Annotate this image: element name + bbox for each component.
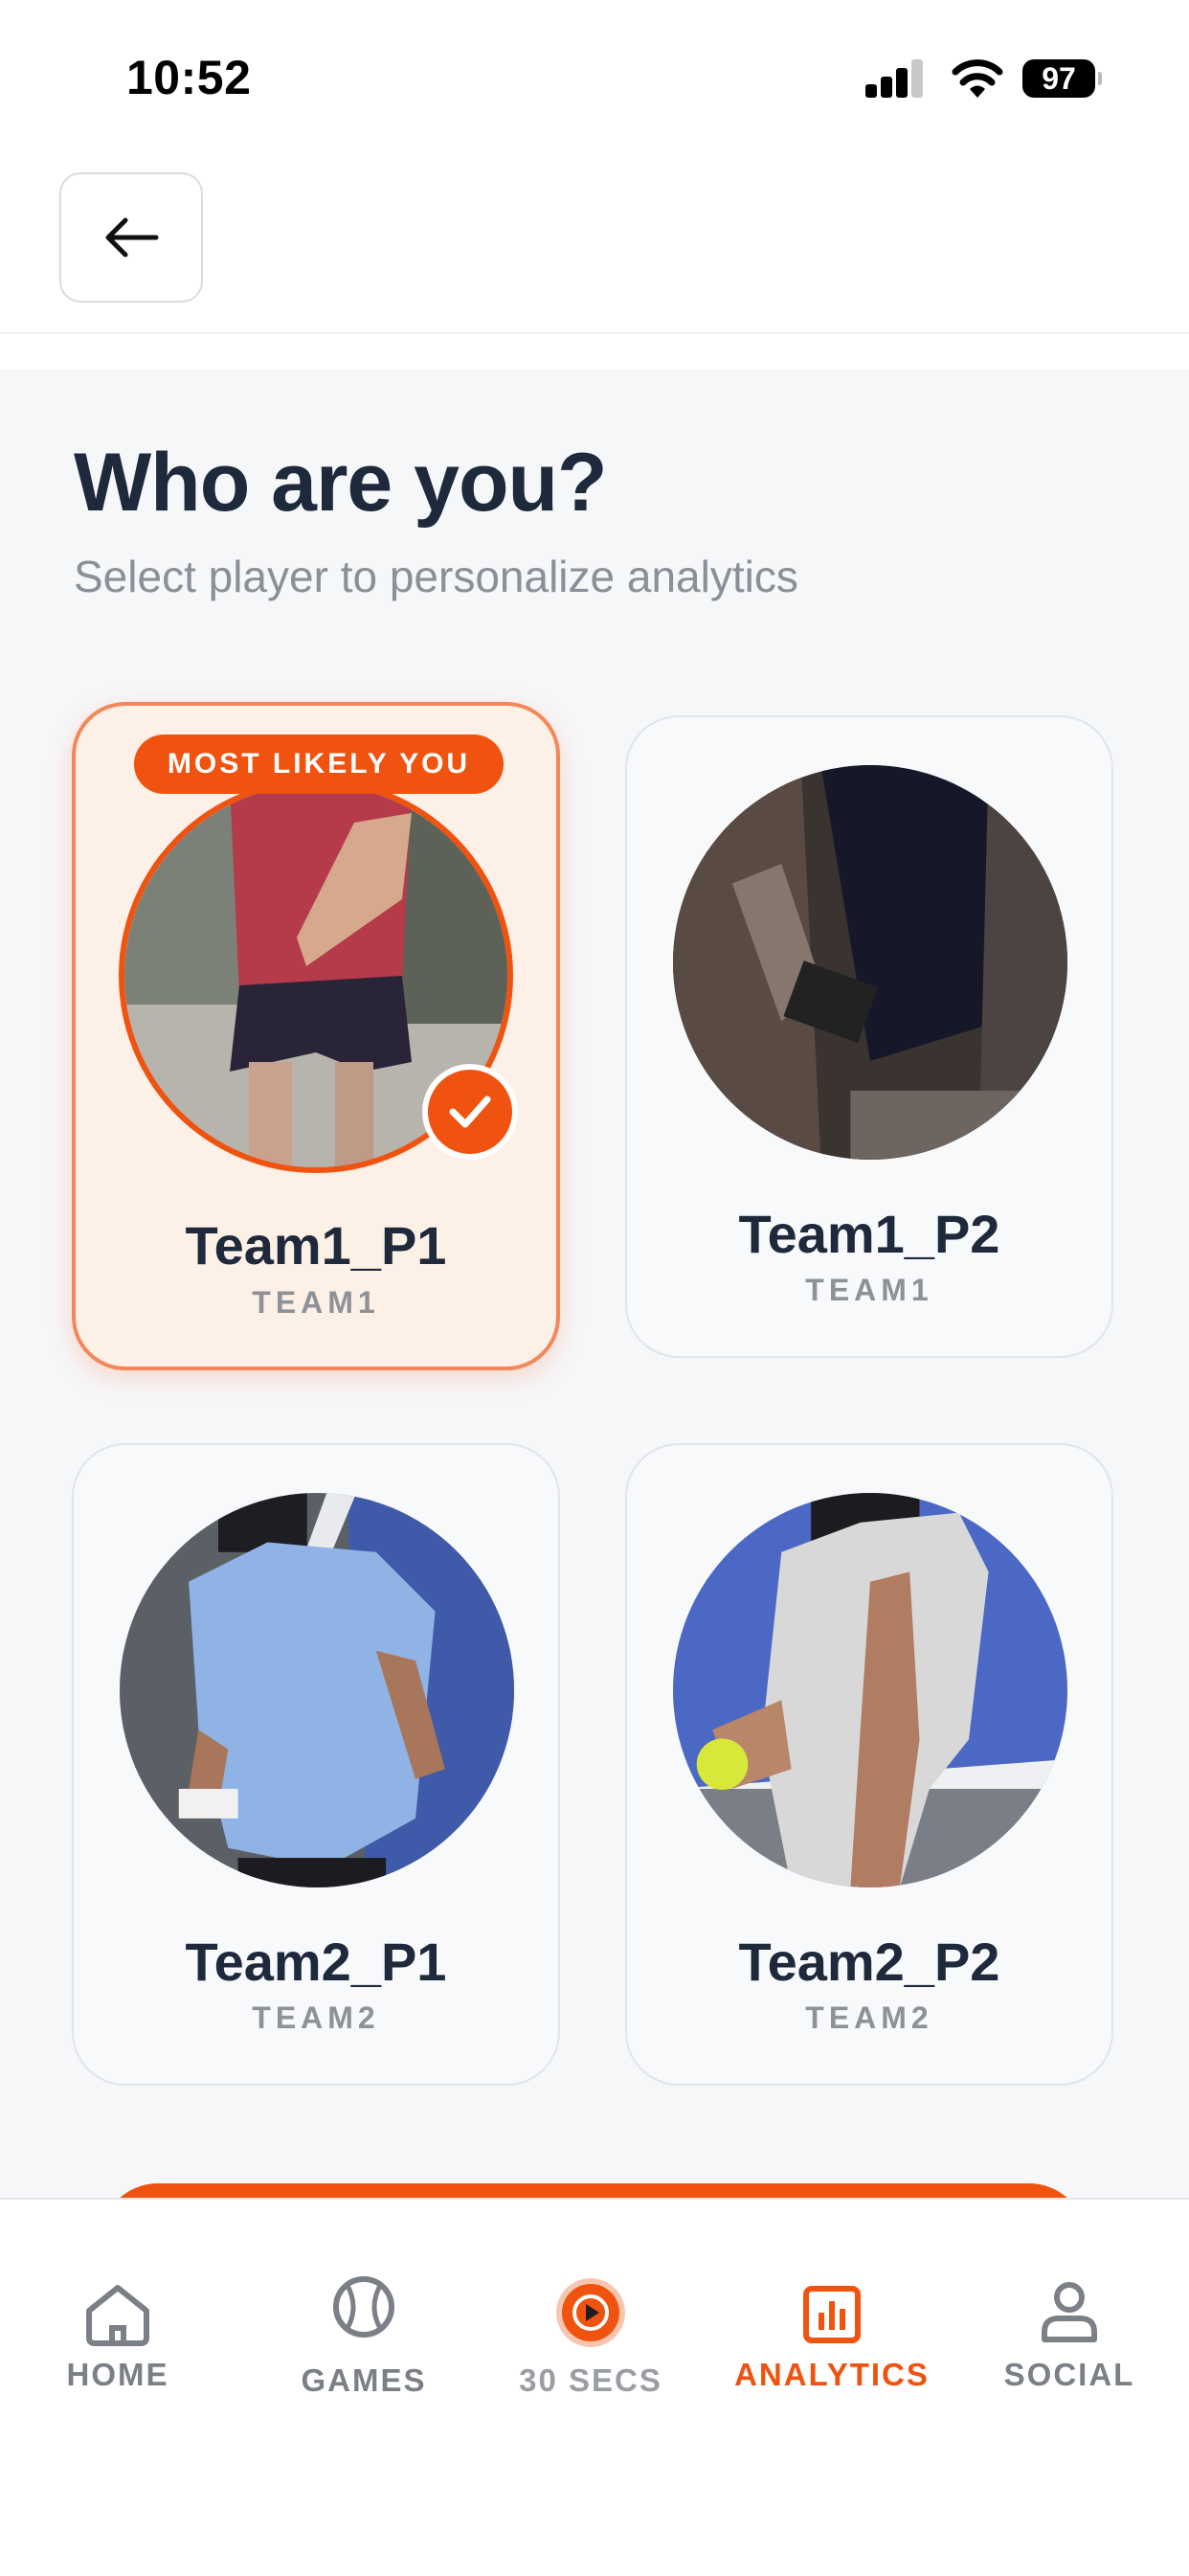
tab-analytics[interactable]: ANALYTICS [722, 2200, 942, 2429]
bottom-tab-bar: HOME GAMES 30 SECS ANALYTICS SOCIAL [0, 2198, 1189, 2576]
home-icon [86, 2285, 149, 2346]
tab-label: ANALYTICS [734, 2357, 930, 2392]
player-card-team1-p2[interactable]: Team1_P2 TEAM1 [625, 715, 1113, 1358]
player-name: Team1_P2 [738, 1204, 1000, 1264]
arrow-left-icon [105, 217, 159, 258]
tab-social[interactable]: SOCIAL [959, 2200, 1179, 2429]
battery-level: 97 [1022, 59, 1095, 98]
tab-label: GAMES [301, 2362, 427, 2398]
tab-label: 30 SECS [519, 2362, 662, 2398]
header-divider [0, 332, 1189, 334]
battery-icon: 97 [1022, 59, 1102, 98]
signal-icon [865, 59, 925, 98]
tab-label: SOCIAL [1003, 2357, 1135, 2392]
player-team: TEAM2 [252, 2000, 380, 2035]
tab-30-secs[interactable]: 30 SECS [481, 2200, 701, 2429]
tennis-ball-icon [333, 2276, 394, 2338]
tab-games[interactable]: GAMES [254, 2200, 474, 2429]
player-photo [673, 765, 1067, 1160]
player-team: TEAM1 [805, 1273, 933, 1307]
page-title: Who are you? [74, 437, 608, 529]
battery-tip [1098, 72, 1102, 85]
wifi-icon [952, 56, 1003, 98]
player-card-team2-p1[interactable]: Team2_P1 TEAM2 [72, 1443, 560, 2086]
player-photo [120, 1493, 514, 1887]
player-name: Team2_P1 [185, 1932, 447, 1992]
tab-home[interactable]: HOME [8, 2200, 228, 2429]
player-name: Team2_P2 [738, 1932, 1000, 1992]
player-card-team2-p2[interactable]: Team2_P2 TEAM2 [625, 1443, 1113, 2086]
player-team: TEAM1 [252, 1285, 380, 1320]
status-bar: 10:52 97 [0, 0, 1189, 153]
check-icon [422, 1064, 518, 1160]
most-likely-badge: MOST LIKELY YOU [134, 734, 504, 794]
person-icon [1042, 2282, 1097, 2342]
page-subtitle: Select player to personalize analytics [74, 552, 798, 601]
player-card-team1-p1[interactable]: Team1_P1 TEAM1 [72, 702, 560, 1370]
back-button[interactable] [59, 172, 203, 303]
status-time: 10:52 [126, 51, 252, 104]
player-team: TEAM2 [805, 2000, 933, 2035]
tab-label: HOME [66, 2357, 169, 2392]
play-circle-icon [556, 2278, 625, 2347]
player-name: Team1_P1 [185, 1215, 447, 1276]
bar-chart-icon [803, 2286, 861, 2343]
player-photo [673, 1493, 1067, 1887]
